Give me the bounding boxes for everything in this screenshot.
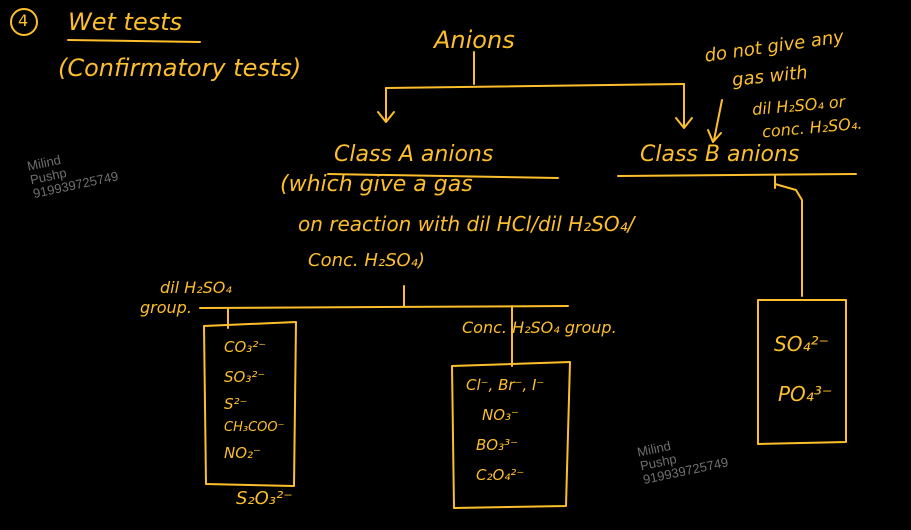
root-label: Anions: [434, 26, 515, 54]
class-a-desc-1: (which give a gas: [280, 172, 473, 197]
ion-borate: BO₃³⁻: [476, 436, 519, 454]
dil-group-ions: CO₃²⁻ SO₃²⁻ S²⁻ CH₃COO⁻ NO₂⁻: [224, 332, 284, 466]
heading-number: 4: [18, 11, 29, 30]
ion-sulphate: SO₄²⁻: [774, 332, 830, 356]
conc-group-label: Conc. H₂SO₄ group.: [462, 318, 617, 337]
arrow-class-b: [675, 83, 693, 129]
ion-sulphide: S²⁻: [224, 395, 248, 413]
ion-phosphate: PO₄³⁻: [778, 382, 833, 406]
class-a-desc-2: on reaction with dil HCl/dil H₂SO₄/: [298, 212, 635, 236]
ion-nitrate: NO₃⁻: [482, 406, 519, 424]
ion-nitrite: NO₂⁻: [224, 444, 261, 462]
heading-title: Wet tests: [68, 8, 183, 36]
dil-group-label-2: group.: [140, 298, 192, 317]
ion-halides: Cl⁻, Br⁻, I⁻: [466, 376, 545, 394]
note-arrow: [707, 99, 723, 143]
class-b-ions: SO₄²⁻ PO₄³⁻: [774, 314, 832, 414]
conc-group-ions: Cl⁻, Br⁻, I⁻ NO₃⁻ BO₃³⁻ C₂O₄²⁻: [466, 370, 544, 490]
arrow-class-a: [377, 87, 395, 123]
root-branch: [385, 83, 685, 89]
dil-group-label-1: dil H₂SO₄: [160, 278, 232, 297]
ion-oxalate: C₂O₄²⁻: [476, 466, 525, 484]
class-a-desc-3: Conc. H₂SO₄): [308, 250, 425, 271]
ion-thiosulphate: S₂O₃²⁻: [236, 488, 293, 509]
class-b-underline: [617, 173, 857, 177]
heading-subtitle: (Confirmatory tests): [58, 54, 302, 82]
ion-carbonate: CO₃²⁻: [224, 338, 267, 356]
class-a-title: Class A anions: [334, 142, 494, 167]
class-b-stem: [774, 175, 803, 297]
whiteboard-canvas: 4 Wet tests (Confirmatory tests) Anions …: [0, 0, 911, 530]
ion-acetate: CH₃COO⁻: [224, 420, 285, 435]
heading-underline: [67, 39, 201, 43]
class-b-title: Class B anions: [640, 142, 800, 167]
ion-sulphite: SO₃²⁻: [224, 368, 266, 386]
